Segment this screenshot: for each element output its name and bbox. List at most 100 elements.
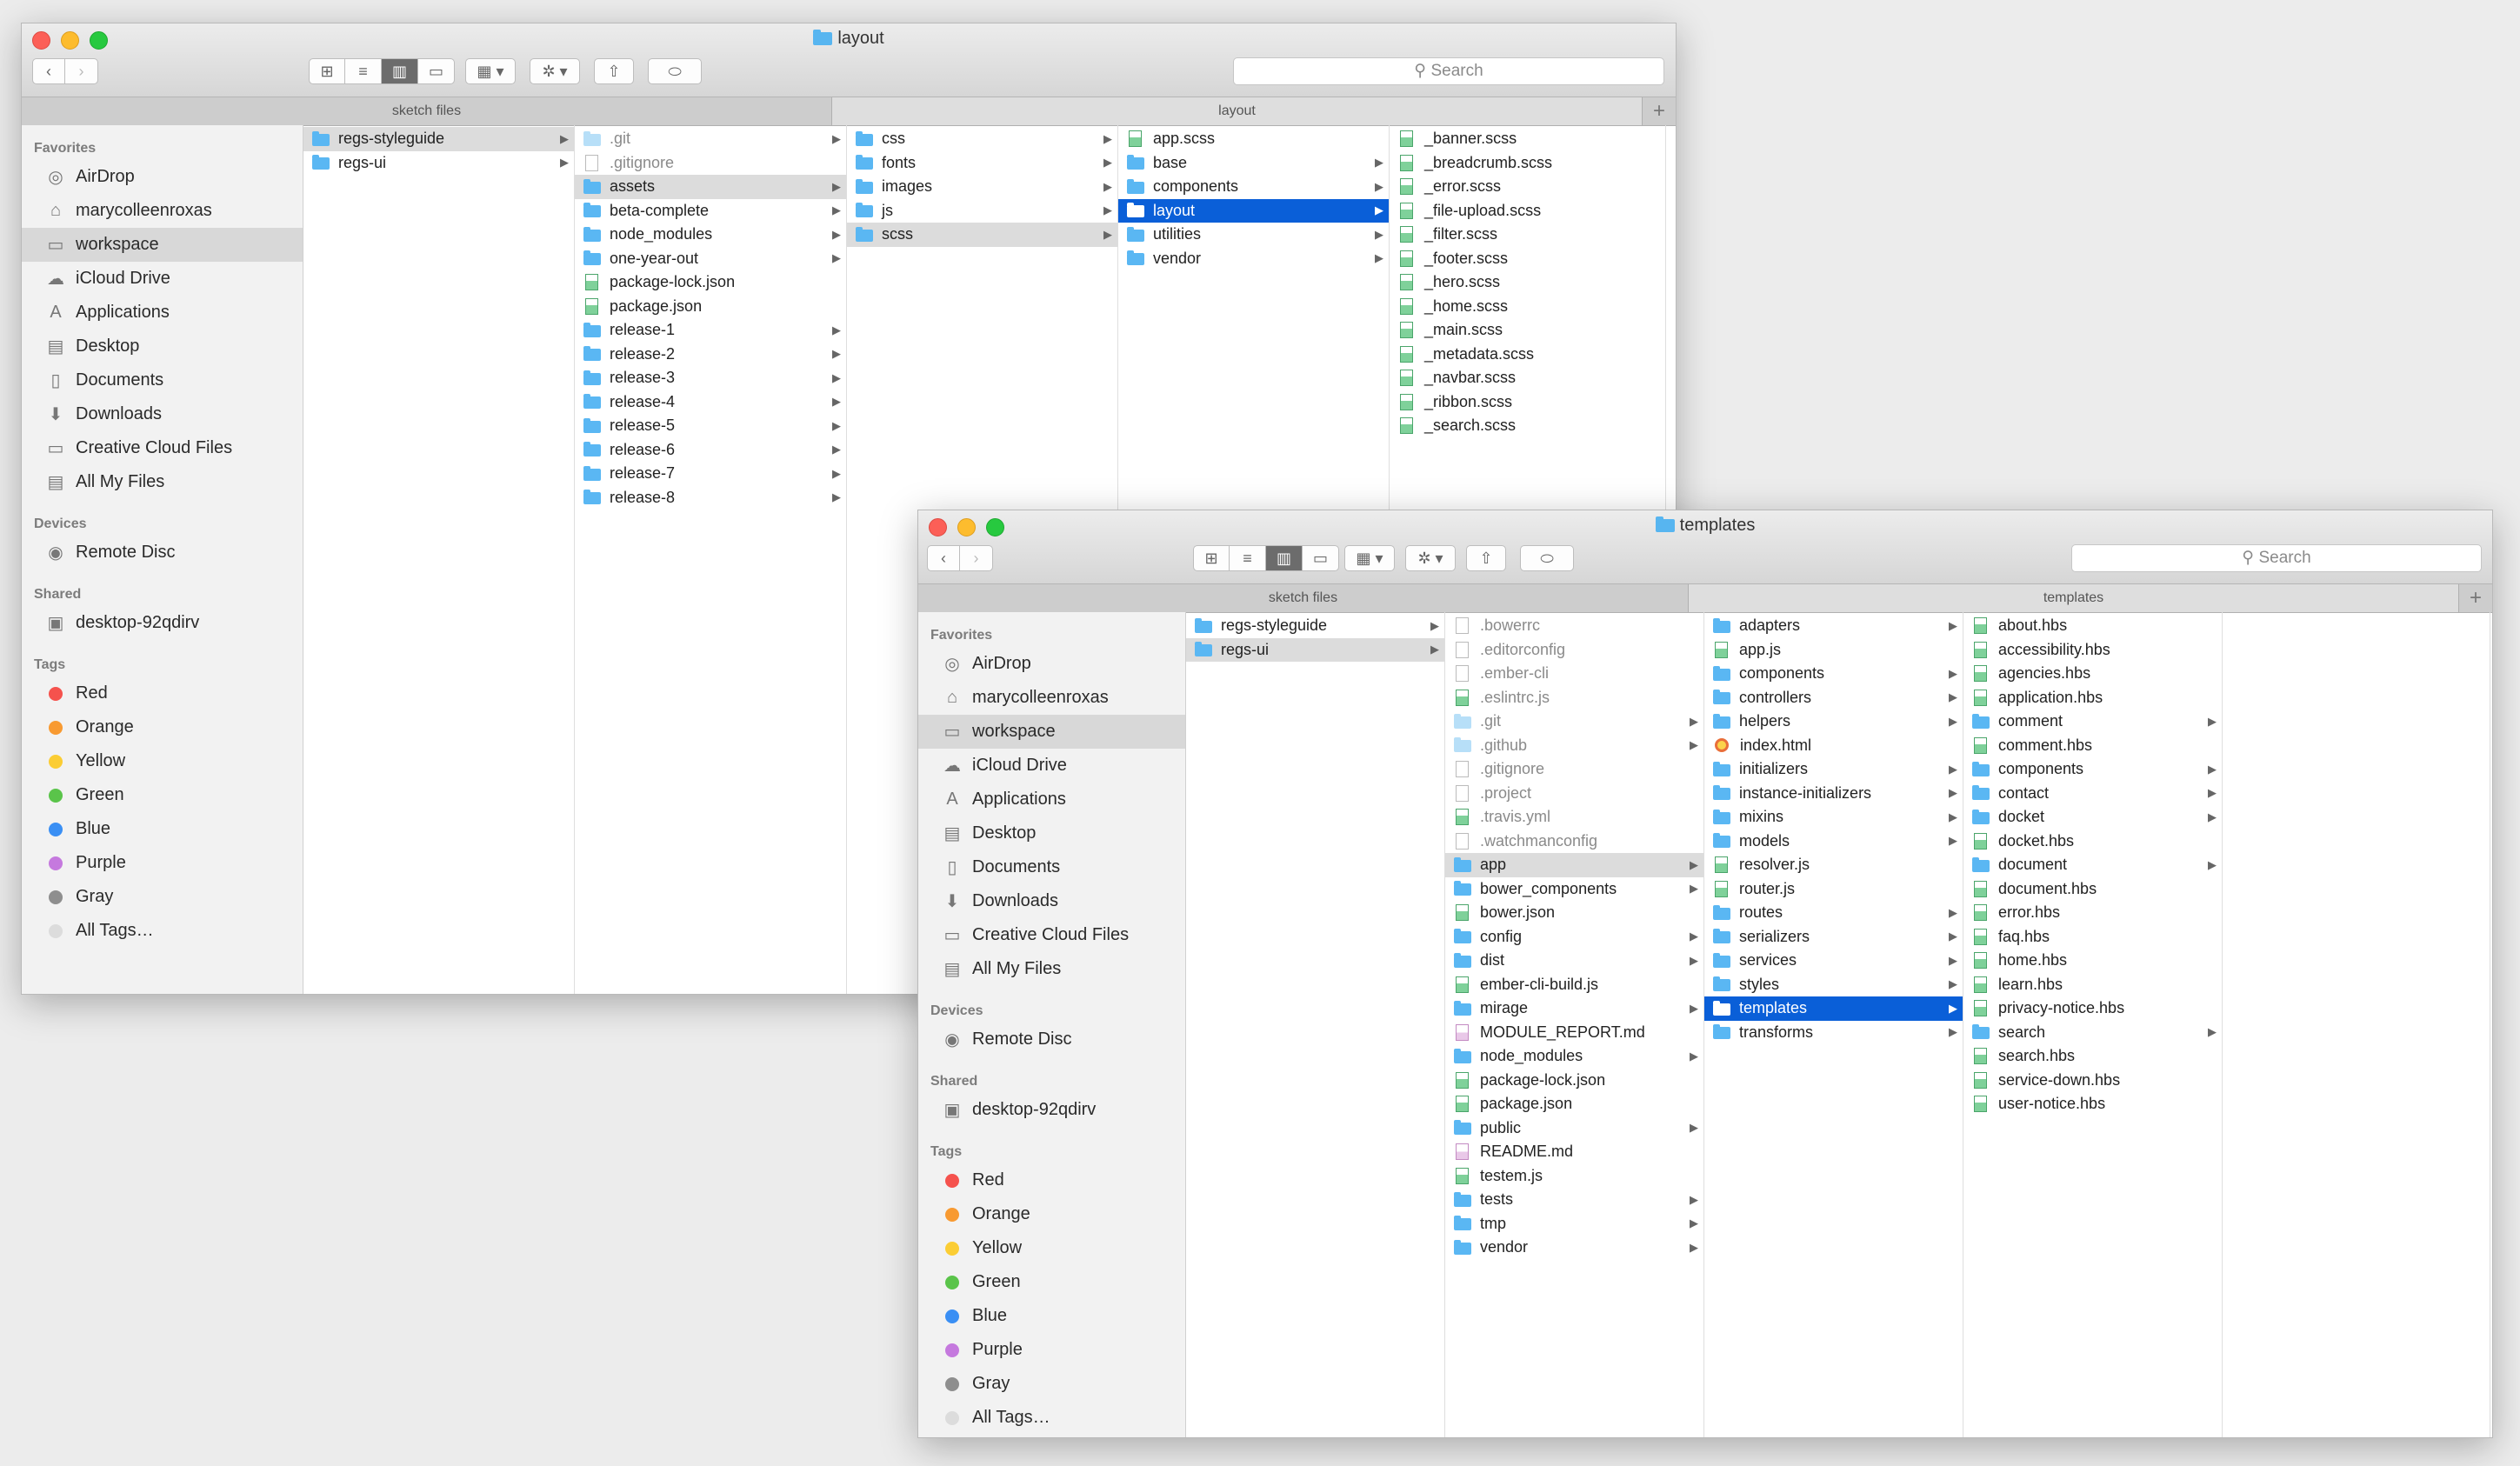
file-item[interactable]: document.hbs	[1963, 877, 2222, 902]
file-item[interactable]: package-lock.json	[575, 270, 846, 295]
file-item[interactable]: search.hbs	[1963, 1044, 2222, 1069]
sidebar-tag-purple[interactable]: Purple	[22, 846, 303, 880]
file-item[interactable]: MODULE_REPORT.md	[1445, 1021, 1703, 1045]
folder-item[interactable]: images ▶	[847, 175, 1117, 199]
sidebar-tag-gray[interactable]: Gray	[22, 880, 303, 914]
folder-item[interactable]: one-year-out ▶	[575, 247, 846, 271]
file-item[interactable]: .bowerrc	[1445, 614, 1703, 638]
sidebar-tag-red[interactable]: Red	[918, 1163, 1185, 1197]
sidebar-item-downloads[interactable]: ⬇ Downloads	[918, 884, 1185, 918]
folder-item[interactable]: assets ▶	[575, 175, 846, 199]
folder-item[interactable]: scss ▶	[847, 223, 1117, 247]
sidebar-item-workspace[interactable]: ▭ workspace	[918, 715, 1185, 749]
file-item[interactable]: _banner.scss	[1390, 127, 1665, 151]
folder-item[interactable]: tests ▶	[1445, 1188, 1703, 1212]
folder-item[interactable]: .git ▶	[575, 127, 846, 151]
folder-item[interactable]: vendor ▶	[1118, 247, 1389, 271]
sidebar-tag-yellow[interactable]: Yellow	[918, 1231, 1185, 1265]
file-item[interactable]: .watchmanconfig	[1445, 830, 1703, 854]
file-item[interactable]: _search.scss	[1390, 414, 1665, 438]
file-item[interactable]: docket.hbs	[1963, 830, 2222, 854]
tab-sketch-files[interactable]: sketch files	[918, 584, 1689, 612]
file-item[interactable]: _metadata.scss	[1390, 343, 1665, 367]
folder-item[interactable]: node_modules ▶	[575, 223, 846, 247]
forward-button[interactable]: ›	[65, 58, 98, 84]
file-item[interactable]: package.json	[575, 295, 846, 319]
sidebar-item-downloads[interactable]: ⬇ Downloads	[22, 397, 303, 431]
tab-layout[interactable]: layout	[832, 97, 1643, 125]
sidebar-tag-blue[interactable]: Blue	[22, 812, 303, 846]
folder-item[interactable]: helpers ▶	[1704, 710, 1963, 734]
file-item[interactable]: _file-upload.scss	[1390, 199, 1665, 223]
sidebar-item-documents[interactable]: ▯ Documents	[22, 363, 303, 397]
folder-item[interactable]: vendor ▶	[1445, 1236, 1703, 1260]
file-item[interactable]: _main.scss	[1390, 318, 1665, 343]
sidebar-item-desktop-92qdirv[interactable]: ▣ desktop-92qdirv	[22, 606, 303, 640]
folder-item[interactable]: release-7 ▶	[575, 462, 846, 486]
tag-button[interactable]: ⬭	[648, 58, 702, 84]
sidebar-tag-yellow[interactable]: Yellow	[22, 744, 303, 778]
folder-item[interactable]: fonts ▶	[847, 151, 1117, 176]
file-item[interactable]: accessibility.hbs	[1963, 638, 2222, 663]
new-tab-button[interactable]: +	[2459, 584, 2492, 612]
file-item[interactable]: bower.json	[1445, 901, 1703, 925]
folder-item[interactable]: release-4 ▶	[575, 390, 846, 415]
file-item[interactable]: app.scss	[1118, 127, 1389, 151]
sidebar-item-creative-cloud-files[interactable]: ▭ Creative Cloud Files	[918, 918, 1185, 952]
folder-item[interactable]: release-5 ▶	[575, 414, 846, 438]
sidebar-item-applications[interactable]: A Applications	[22, 296, 303, 330]
sidebar-item-documents[interactable]: ▯ Documents	[918, 850, 1185, 884]
file-item[interactable]: .eslintrc.js	[1445, 686, 1703, 710]
file-item[interactable]: _error.scss	[1390, 175, 1665, 199]
folder-item[interactable]: contact ▶	[1963, 782, 2222, 806]
sidebar-item-icloud-drive[interactable]: ☁ iCloud Drive	[22, 262, 303, 296]
folder-item[interactable]: dist ▶	[1445, 949, 1703, 973]
file-item[interactable]: learn.hbs	[1963, 973, 2222, 997]
folder-item[interactable]: regs-styleguide ▶	[303, 127, 574, 151]
file-item[interactable]: .gitignore	[1445, 757, 1703, 782]
list-view-button[interactable]: ≡	[345, 58, 382, 84]
file-item[interactable]: about.hbs	[1963, 614, 2222, 638]
folder-item[interactable]: regs-styleguide ▶	[1186, 614, 1444, 638]
gallery-view-button[interactable]: ▭	[1303, 545, 1339, 571]
sidebar-item-desktop-92qdirv[interactable]: ▣ desktop-92qdirv	[918, 1093, 1185, 1127]
file-item[interactable]: .ember-cli	[1445, 662, 1703, 686]
folder-item[interactable]: docket ▶	[1963, 805, 2222, 830]
folder-item[interactable]: models ▶	[1704, 830, 1963, 854]
gallery-view-button[interactable]: ▭	[418, 58, 455, 84]
sidebar-tag-blue[interactable]: Blue	[918, 1299, 1185, 1333]
file-item[interactable]: .travis.yml	[1445, 805, 1703, 830]
column-view-button[interactable]: ▥	[1266, 545, 1303, 571]
file-item[interactable]: application.hbs	[1963, 686, 2222, 710]
folder-item[interactable]: .git ▶	[1445, 710, 1703, 734]
sidebar-tag-green[interactable]: Green	[22, 778, 303, 812]
folder-item[interactable]: release-8 ▶	[575, 486, 846, 510]
icon-view-button[interactable]: ⊞	[1193, 545, 1230, 571]
file-item[interactable]: comment.hbs	[1963, 734, 2222, 758]
file-item[interactable]: testem.js	[1445, 1164, 1703, 1189]
search-field[interactable]: ⚲ Search	[1233, 57, 1664, 85]
file-item[interactable]: agencies.hbs	[1963, 662, 2222, 686]
folder-item[interactable]: components ▶	[1704, 662, 1963, 686]
file-item[interactable]: package-lock.json	[1445, 1069, 1703, 1093]
file-item[interactable]: package.json	[1445, 1092, 1703, 1116]
folder-item[interactable]: .github ▶	[1445, 734, 1703, 758]
folder-item[interactable]: mixins ▶	[1704, 805, 1963, 830]
folder-item[interactable]: initializers ▶	[1704, 757, 1963, 782]
share-button[interactable]: ⇧	[1466, 545, 1506, 571]
file-item[interactable]: _navbar.scss	[1390, 366, 1665, 390]
list-view-button[interactable]: ≡	[1230, 545, 1266, 571]
new-tab-button[interactable]: +	[1643, 97, 1676, 125]
folder-item[interactable]: release-1 ▶	[575, 318, 846, 343]
sidebar-item-remote-disc[interactable]: ◉ Remote Disc	[22, 536, 303, 570]
folder-item[interactable]: components ▶	[1963, 757, 2222, 782]
file-item[interactable]: .project	[1445, 782, 1703, 806]
folder-item[interactable]: controllers ▶	[1704, 686, 1963, 710]
sidebar-tag-gray[interactable]: Gray	[918, 1367, 1185, 1401]
folder-item[interactable]: regs-ui ▶	[1186, 637, 1444, 662]
sidebar-tag-purple[interactable]: Purple	[918, 1333, 1185, 1367]
sidebar-item-marycolleenroxas[interactable]: ⌂ marycolleenroxas	[22, 194, 303, 228]
file-item[interactable]: README.md	[1445, 1140, 1703, 1164]
column-view-button[interactable]: ▥	[382, 58, 418, 84]
folder-item[interactable]: app ▶	[1445, 853, 1703, 877]
